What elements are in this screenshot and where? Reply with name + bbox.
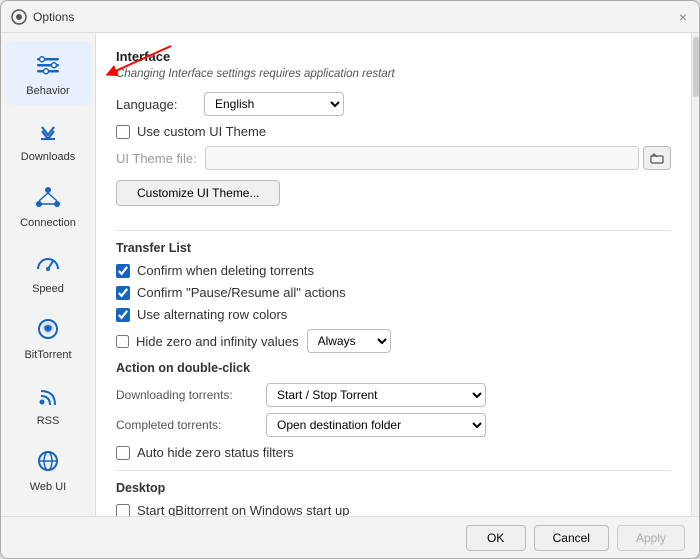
language-label: Language: bbox=[116, 97, 196, 112]
interface-section-title: Interface bbox=[116, 49, 671, 64]
sidebar-label-webui: Web UI bbox=[30, 481, 66, 493]
connection-icon bbox=[32, 181, 64, 213]
sidebar: Behavior Downloads bbox=[1, 33, 96, 516]
sidebar-item-rss[interactable]: RSS bbox=[6, 371, 91, 435]
confirm-pause-row: Confirm "Pause/Resume all" actions bbox=[116, 285, 671, 300]
sidebar-label-downloads: Downloads bbox=[21, 151, 75, 163]
use-custom-theme-label: Use custom UI Theme bbox=[137, 124, 266, 139]
start-on-boot-checkbox[interactable] bbox=[116, 504, 130, 517]
advanced-icon bbox=[32, 511, 64, 516]
downloading-row: Downloading torrents: Start / Stop Torre… bbox=[116, 383, 671, 407]
confirm-delete-row: Confirm when deleting torrents bbox=[116, 263, 671, 278]
confirm-delete-label: Confirm when deleting torrents bbox=[137, 263, 314, 278]
rss-icon bbox=[32, 379, 64, 411]
theme-file-input[interactable] bbox=[205, 146, 639, 170]
hide-zero-row: Hide zero and infinity values Always Nev… bbox=[116, 329, 671, 353]
transfer-list-title: Transfer List bbox=[116, 241, 671, 255]
language-select[interactable]: English French German bbox=[204, 92, 344, 116]
title-bar: Options × bbox=[1, 1, 699, 33]
sidebar-label-behavior: Behavior bbox=[26, 85, 69, 97]
language-row: Language: English French German bbox=[116, 92, 671, 116]
completed-select[interactable]: Open destination folder Start / Stop Tor… bbox=[266, 413, 486, 437]
scrollbar-thumb bbox=[693, 37, 699, 97]
sidebar-item-behavior[interactable]: Behavior bbox=[6, 41, 91, 105]
confirm-delete-checkbox[interactable] bbox=[116, 264, 130, 278]
speed-icon bbox=[32, 247, 64, 279]
sidebar-label-speed: Speed bbox=[32, 283, 64, 295]
sidebar-label-rss: RSS bbox=[37, 415, 60, 427]
apply-button[interactable]: Apply bbox=[617, 525, 685, 551]
bittorrent-icon bbox=[32, 313, 64, 345]
customize-theme-button[interactable]: Customize UI Theme... bbox=[116, 180, 280, 206]
auto-hide-checkbox[interactable] bbox=[116, 446, 130, 460]
sidebar-item-bittorrent[interactable]: BitTorrent bbox=[6, 305, 91, 369]
sidebar-item-advanced[interactable]: Advanced bbox=[6, 503, 91, 516]
main-panel: Interface Changing Interface settings re… bbox=[96, 33, 691, 516]
behavior-icon bbox=[32, 49, 64, 81]
hide-zero-checkbox[interactable] bbox=[116, 335, 129, 348]
confirm-pause-checkbox[interactable] bbox=[116, 286, 130, 300]
theme-file-label: UI Theme file: bbox=[116, 151, 197, 166]
downloading-label: Downloading torrents: bbox=[116, 388, 266, 402]
main-with-scroll: Interface Changing Interface settings re… bbox=[96, 33, 699, 516]
sidebar-item-webui[interactable]: Web UI bbox=[6, 437, 91, 501]
alt-row-colors-label: Use alternating row colors bbox=[137, 307, 287, 322]
use-custom-theme-checkbox[interactable] bbox=[116, 125, 130, 139]
cancel-button[interactable]: Cancel bbox=[534, 525, 609, 551]
auto-hide-row: Auto hide zero status filters bbox=[116, 445, 671, 460]
divider-1 bbox=[116, 230, 671, 231]
divider-2 bbox=[116, 470, 671, 471]
sidebar-item-downloads[interactable]: Downloads bbox=[6, 107, 91, 171]
desktop-title: Desktop bbox=[116, 481, 671, 495]
alt-row-colors-row: Use alternating row colors bbox=[116, 307, 671, 322]
sidebar-label-bittorrent: BitTorrent bbox=[24, 349, 71, 361]
completed-row: Completed torrents: Open destination fol… bbox=[116, 413, 671, 437]
start-on-boot-row: Start qBittorrent on Windows start up bbox=[116, 503, 671, 516]
sidebar-label-connection: Connection bbox=[20, 217, 76, 229]
theme-file-browse-button[interactable] bbox=[643, 146, 671, 170]
start-on-boot-label: Start qBittorrent on Windows start up bbox=[137, 503, 349, 516]
interface-note: Changing Interface settings requires app… bbox=[116, 68, 671, 80]
sidebar-item-connection[interactable]: Connection bbox=[6, 173, 91, 237]
scrollbar[interactable] bbox=[691, 33, 699, 516]
theme-file-row: UI Theme file: bbox=[116, 146, 671, 170]
ok-button[interactable]: OK bbox=[466, 525, 526, 551]
bottom-bar: OK Cancel Apply bbox=[1, 516, 699, 558]
hide-zero-label: Hide zero and infinity values bbox=[136, 334, 299, 349]
content-area: Behavior Downloads bbox=[1, 33, 699, 516]
options-window: Options × bbox=[0, 0, 700, 559]
use-custom-theme-row: Use custom UI Theme bbox=[116, 124, 671, 139]
double-click-title: Action on double-click bbox=[116, 361, 671, 375]
completed-label: Completed torrents: bbox=[116, 418, 266, 432]
hide-zero-select[interactable]: Always Never On hover bbox=[307, 329, 391, 353]
alt-row-colors-checkbox[interactable] bbox=[116, 308, 130, 322]
window-icon bbox=[11, 9, 27, 25]
auto-hide-label: Auto hide zero status filters bbox=[137, 445, 294, 460]
close-button[interactable]: × bbox=[677, 11, 689, 23]
window-title: Options bbox=[33, 10, 677, 24]
confirm-pause-label: Confirm "Pause/Resume all" actions bbox=[137, 285, 346, 300]
downloads-icon bbox=[32, 115, 64, 147]
sidebar-item-speed[interactable]: Speed bbox=[6, 239, 91, 303]
downloading-select[interactable]: Start / Stop Torrent Open destination fo… bbox=[266, 383, 486, 407]
webui-icon bbox=[32, 445, 64, 477]
